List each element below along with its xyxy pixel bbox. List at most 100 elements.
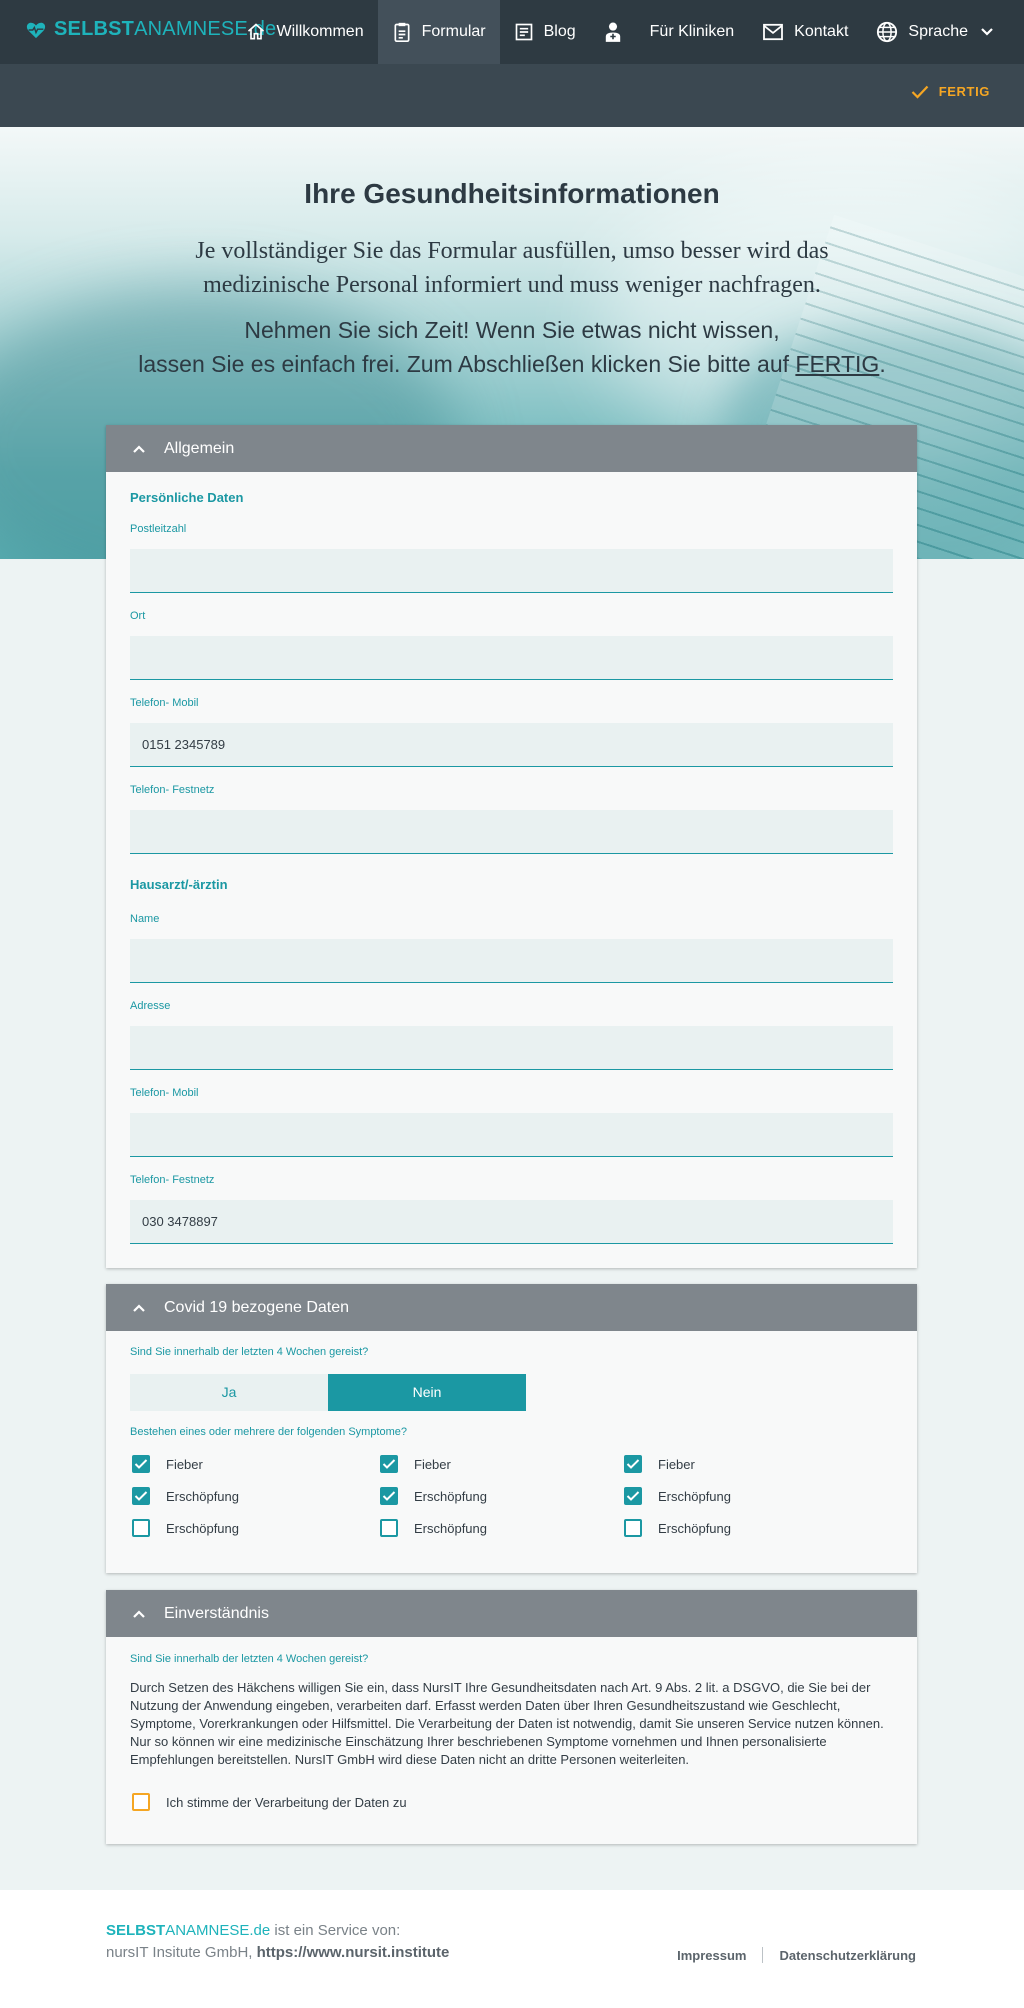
checkbox-label: Erschöpfung <box>658 1488 731 1504</box>
checkbox-checked-icon <box>132 1487 150 1505</box>
question-label: Bestehen eines oder mehrere der folgende… <box>130 1426 408 1438</box>
hausarzt-adresse-input[interactable] <box>130 1026 893 1070</box>
hausarzt-telefon-festnetz-input[interactable]: 030 3478897 <box>130 1200 893 1244</box>
nav-item-blog[interactable]: Blog <box>500 0 590 64</box>
telefon-festnetz-input[interactable] <box>130 810 893 854</box>
question-label: Sind Sie innerhalb der letzten 4 Wochen … <box>130 1346 369 1358</box>
section-title: Einverständnis <box>164 1604 269 1622</box>
symptom-checkbox[interactable]: Erschöpfung <box>132 1487 239 1505</box>
heart-pulse-icon <box>26 22 46 38</box>
logo-part-anamnese: ANAMNESE <box>134 18 248 40</box>
nav-item-label: Sprache <box>908 23 968 40</box>
field-label: Telefon- Festnetz <box>130 784 215 796</box>
field-label: Telefon- Mobil <box>130 697 199 709</box>
impressum-link[interactable]: Impressum <box>677 1948 746 1963</box>
action-bar: FERTIG <box>0 64 1024 127</box>
hausarzt-name-input[interactable] <box>130 939 893 983</box>
footer-brand: SELBSTANAMNESE.de ist ein Service von: n… <box>106 1920 449 1964</box>
checkbox-label: Erschöpfung <box>414 1488 487 1504</box>
field-label: Name <box>130 913 160 925</box>
section-einverstaendnis: Einverständnis Sind Sie innerhalb der le… <box>106 1590 917 1844</box>
section-header-covid[interactable]: Covid 19 bezogene Daten <box>106 1284 917 1331</box>
article-icon <box>515 23 532 41</box>
section-header-allgemein[interactable]: Allgemein <box>106 425 917 472</box>
nav-item-formular[interactable]: Formular <box>377 0 500 64</box>
travel-toggle: Ja Nein <box>130 1374 526 1411</box>
section-title: Covid 19 bezogene Daten <box>164 1298 350 1316</box>
checkbox-label: Fieber <box>658 1456 695 1472</box>
hero-fertig-link[interactable]: FERTIG <box>795 351 879 377</box>
symptom-checkbox[interactable]: Erschöpfung <box>624 1519 731 1537</box>
section-body: Sind Sie innerhalb der letzten 4 Wochen … <box>106 1637 917 1844</box>
checkbox-checked-icon <box>624 1455 642 1473</box>
globe-icon <box>877 21 898 43</box>
footer-brand-part: SELBST <box>106 1922 166 1939</box>
nav-items: Willkommen Formular Blog Für Kliniken Ko… <box>232 0 1024 64</box>
section-header-einverstaendnis[interactable]: Einverständnis <box>106 1590 917 1637</box>
check-icon <box>911 85 929 99</box>
nav-item-fuer-kliniken[interactable]: Für Kliniken <box>590 0 748 64</box>
footer-divider <box>762 1947 764 1963</box>
checkbox-unchecked-icon <box>132 1793 150 1811</box>
footer-brand-part: ANAMNESE <box>165 1922 250 1939</box>
chevron-up-icon <box>133 1303 145 1312</box>
checkbox-label: Fieber <box>414 1456 451 1472</box>
section-covid: Covid 19 bezogene Daten Sind Sie innerha… <box>106 1284 917 1573</box>
checkbox-label: Ich stimme der Verarbeitung der Daten zu <box>166 1794 407 1810</box>
hero-sub-text: Nehmen Sie sich Zeit! Wenn Sie etwas nic… <box>120 313 904 381</box>
chevron-down-icon <box>981 28 993 36</box>
symptom-checkbox[interactable]: Erschöpfung <box>380 1487 487 1505</box>
chevron-up-icon <box>133 1609 145 1618</box>
nav-item-label: Für Kliniken <box>649 23 735 40</box>
symptom-checkbox[interactable]: Erschöpfung <box>380 1519 487 1537</box>
checkbox-label: Fieber <box>166 1456 203 1472</box>
subsection-title: Persönliche Daten <box>130 490 244 505</box>
section-title: Allgemein <box>164 439 235 457</box>
nav-item-kontakt[interactable]: Kontakt <box>748 0 862 64</box>
ort-input[interactable] <box>130 636 893 680</box>
field-label: Telefon- Mobil <box>130 1087 199 1099</box>
symptom-checkbox[interactable]: Erschöpfung <box>132 1519 239 1537</box>
nav-item-willkommen[interactable]: Willkommen <box>232 0 377 64</box>
home-icon <box>248 23 265 40</box>
fertig-button[interactable]: FERTIG <box>911 84 990 99</box>
nav-item-label: Willkommen <box>276 23 364 40</box>
consent-text: Durch Setzen des Häkchens willigen Sie e… <box>130 1680 884 1767</box>
nav-item-label: Kontakt <box>794 23 849 40</box>
checkbox-unchecked-icon <box>624 1519 642 1537</box>
answer-nein-button[interactable]: Nein <box>328 1374 526 1411</box>
postleitzahl-input[interactable] <box>130 549 893 593</box>
telefon-mobil-input[interactable]: 0151 2345789 <box>130 723 893 767</box>
answer-ja-button[interactable]: Ja <box>130 1374 328 1411</box>
hero-lead-text: Je vollständiger Sie das Formular ausfül… <box>195 238 829 298</box>
nav-item-sprache[interactable]: Sprache <box>862 0 1024 64</box>
footer-url-link[interactable]: https://www.nursit.institute <box>257 1944 450 1961</box>
field-label: Adresse <box>130 1000 171 1012</box>
footer-links: Impressum Datenschutzerklärung <box>677 1947 916 1963</box>
chevron-up-icon <box>133 444 145 453</box>
doctor-icon <box>605 22 620 42</box>
datenschutz-link[interactable]: Datenschutzerklärung <box>779 1948 916 1963</box>
footer-brand-part: .de <box>249 1922 271 1939</box>
hero-sub-line-2: lassen Sie es einfach frei. Zum Abschlie… <box>138 351 789 377</box>
hausarzt-telefon-mobil-input[interactable] <box>130 1113 893 1157</box>
field-label: Telefon- Festnetz <box>130 1174 215 1186</box>
consent-checkbox[interactable]: Ich stimme der Verarbeitung der Daten zu <box>132 1793 407 1811</box>
checkbox-label: Erschöpfung <box>166 1520 239 1536</box>
checkbox-label: Erschöpfung <box>166 1488 239 1504</box>
checkbox-checked-icon <box>132 1455 150 1473</box>
subsection-title: Hausarzt/-ärztin <box>130 877 228 892</box>
hero-sub-end: . <box>879 351 886 377</box>
top-navigation: SELBST ANAMNESE .de Willkommen Formular Bl… <box>0 0 1024 64</box>
mail-icon <box>763 23 784 41</box>
nav-item-label: Formular <box>421 23 486 40</box>
symptom-checkbox[interactable]: Erschöpfung <box>624 1487 731 1505</box>
symptom-checkbox[interactable]: Fieber <box>624 1455 695 1473</box>
field-label: Postleitzahl <box>130 523 187 535</box>
symptom-checkbox[interactable]: Fieber <box>132 1455 203 1473</box>
checkbox-unchecked-icon <box>132 1519 150 1537</box>
checkbox-label: Erschöpfung <box>414 1520 487 1536</box>
hero-sub-line-1: Nehmen Sie sich Zeit! Wenn Sie etwas nic… <box>244 317 780 343</box>
page-title: Ihre Gesundheitsinformationen <box>304 178 720 209</box>
symptom-checkbox[interactable]: Fieber <box>380 1455 451 1473</box>
